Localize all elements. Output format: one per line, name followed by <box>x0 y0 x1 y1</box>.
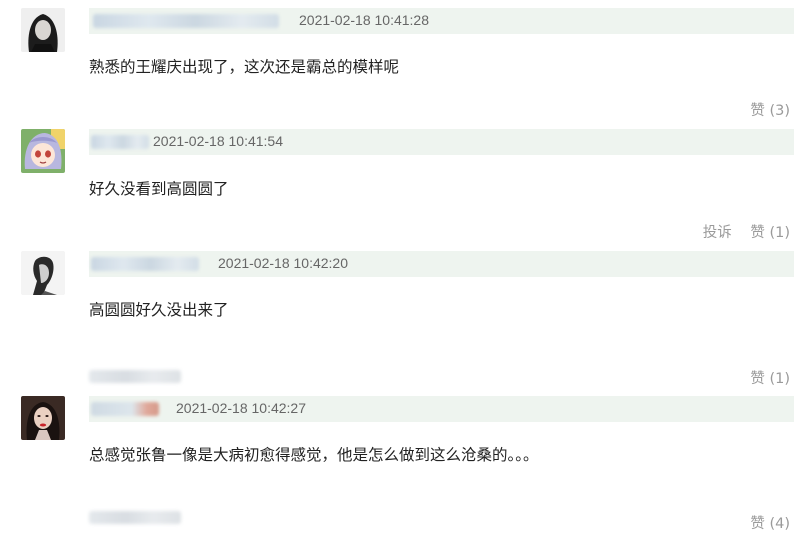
avatar-woman-red-lips-icon <box>21 396 65 440</box>
comment-timestamp: 2021-02-18 10:41:54 <box>153 133 283 149</box>
user-avatar[interactable] <box>21 8 65 52</box>
comment-timestamp: 2021-02-18 10:42:20 <box>218 255 348 271</box>
comment-text: 总感觉张鲁一像是大病初愈得感觉，他是怎么做到这么沧桑的。。。 <box>89 446 539 464</box>
user-avatar[interactable] <box>21 251 65 295</box>
comment-text: 高圆圆好久没出来了 <box>89 301 229 319</box>
username-link[interactable] <box>93 14 279 28</box>
comment-meta-bar: 2021-02-18 10:41:28 <box>89 8 794 34</box>
avatar-anime-girl-icon <box>21 129 65 173</box>
comment-timestamp: 2021-02-18 10:41:28 <box>299 12 429 28</box>
comment-meta-bar: 2021-02-18 10:42:27 <box>89 396 794 422</box>
user-avatar[interactable] <box>21 396 65 440</box>
comment-text: 熟悉的王耀庆出现了，这次还是霸总的模样呢 <box>89 58 400 76</box>
like-button[interactable]: 赞 (1) <box>750 225 790 241</box>
avatar-woman-dark-hair-icon <box>21 8 65 52</box>
like-button[interactable]: 赞 (4) <box>750 516 790 532</box>
comment-meta-bar: 2021-02-18 10:41:54 <box>89 129 794 155</box>
comment-item-3: 2021-02-18 10:42:20 高圆圆好久没出来了 赞 (1) <box>0 244 800 390</box>
comment-actions: 赞 (4) <box>750 512 790 533</box>
comment-text: 好久没看到高圆圆了 <box>89 180 229 198</box>
reply-info <box>89 511 181 524</box>
comment-item-4: 2021-02-18 10:42:27 总感觉张鲁一像是大病初愈得感觉，他是怎么… <box>0 390 800 536</box>
avatar-bw-portrait-icon <box>21 251 65 295</box>
comment-meta-bar: 2021-02-18 10:42:20 <box>89 251 794 277</box>
comment-actions: 赞 (1) <box>750 367 790 388</box>
user-avatar[interactable] <box>21 129 65 173</box>
username-link[interactable] <box>91 257 199 271</box>
like-button[interactable]: 赞 (3) <box>750 103 790 119</box>
comment-timestamp: 2021-02-18 10:42:27 <box>176 400 306 416</box>
username-link[interactable] <box>91 135 149 149</box>
like-button[interactable]: 赞 (1) <box>750 371 790 387</box>
comment-item-2: 2021-02-18 10:41:54 好久没看到高圆圆了 投诉 赞 (1) <box>0 122 800 242</box>
comment-actions: 投诉 赞 (1) <box>703 221 790 242</box>
report-button[interactable]: 投诉 <box>703 225 732 241</box>
reply-info <box>89 370 181 383</box>
username-link[interactable] <box>91 402 159 416</box>
comment-item-1: 2021-02-18 10:41:28 熟悉的王耀庆出现了，这次还是霸总的模样呢… <box>0 0 800 120</box>
comment-actions: 赞 (3) <box>750 99 790 120</box>
